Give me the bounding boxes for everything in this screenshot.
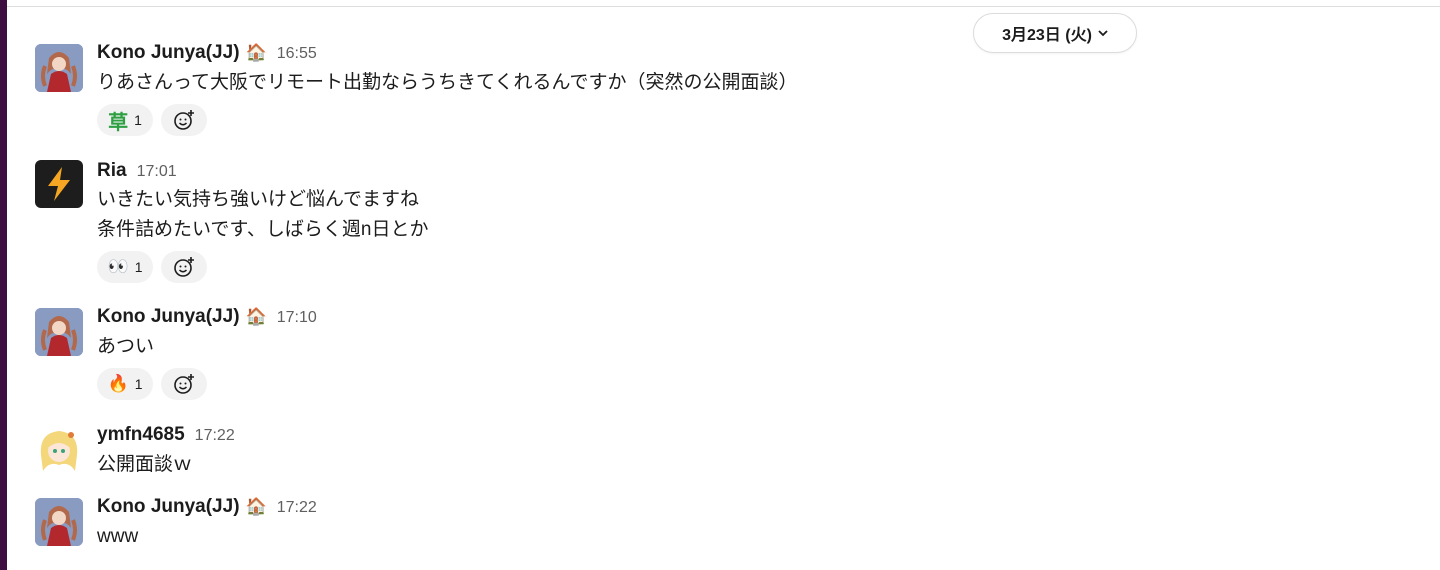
message-text: いきたい気持ち強いけど悩んでますね: [97, 189, 420, 210]
reaction-button[interactable]: 🔥 1: [97, 368, 153, 400]
house-icon: 🏠: [245, 497, 267, 516]
avatar[interactable]: [35, 425, 83, 473]
author-name[interactable]: Kono Junya(JJ): [97, 496, 240, 518]
reaction-count: 1: [134, 376, 143, 392]
reaction-count: 1: [134, 112, 142, 128]
avatar[interactable]: [35, 44, 83, 92]
add-reaction-button[interactable]: [161, 104, 207, 136]
avatar[interactable]: [35, 308, 83, 356]
reaction-count: 1: [134, 259, 143, 275]
reaction-button[interactable]: 草 1: [97, 104, 153, 136]
add-reaction-icon: [174, 374, 194, 394]
add-reaction-icon: [174, 110, 194, 130]
message-text: www: [97, 526, 139, 547]
date-divider-button[interactable]: 3月23日 (火): [973, 13, 1137, 53]
lightning-icon: [48, 167, 70, 201]
avatar[interactable]: [35, 160, 83, 208]
avatar[interactable]: [35, 498, 83, 546]
author-name[interactable]: ymfn4685: [97, 424, 185, 446]
sidebar-edge: [0, 0, 7, 570]
message-text: 条件詰めたいです、しばらく週n日とか: [97, 219, 429, 240]
add-reaction-icon: [174, 257, 194, 277]
fire-emoji-icon: 🔥: [107, 374, 129, 393]
message-timestamp[interactable]: 16:55: [277, 45, 317, 63]
add-reaction-button[interactable]: [161, 368, 207, 400]
date-label: 3月23日 (火): [1002, 27, 1092, 44]
chevron-down-icon: [1098, 28, 1108, 40]
kusa-emoji-icon: 草: [108, 111, 129, 134]
eyes-emoji-icon: 👀: [107, 257, 129, 276]
add-reaction-button[interactable]: [161, 251, 207, 283]
author-name[interactable]: Kono Junya(JJ): [97, 42, 240, 64]
message-text: りあさんって大阪でリモート出勤ならうちきてくれるんですか（突然の公開面談）: [97, 72, 798, 93]
author-name[interactable]: Ria: [97, 160, 127, 182]
message-timestamp[interactable]: 17:22: [195, 427, 235, 445]
author-name[interactable]: Kono Junya(JJ): [97, 306, 240, 328]
house-icon: 🏠: [245, 307, 267, 326]
header-divider: [7, 6, 1440, 7]
reaction-button[interactable]: 👀 1: [97, 251, 153, 283]
message-text: あつい: [97, 336, 155, 357]
house-icon: 🏠: [245, 43, 267, 62]
message-timestamp[interactable]: 17:01: [137, 163, 177, 181]
message-timestamp[interactable]: 17:22: [277, 499, 317, 517]
message-text: 公開面談ｗ: [97, 454, 193, 475]
message-timestamp[interactable]: 17:10: [277, 309, 317, 327]
